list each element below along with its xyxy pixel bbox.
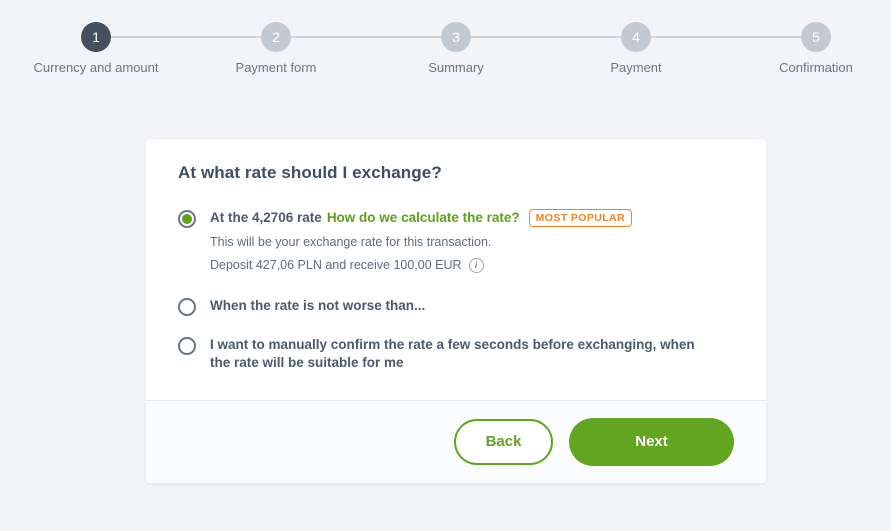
step-5-circle[interactable]: 5 xyxy=(801,22,831,52)
step-3-label: Summary xyxy=(428,60,484,75)
step-5-label: Confirmation xyxy=(779,60,853,75)
step-2-label: Payment form xyxy=(235,60,317,75)
option-1-deposit-line: Deposit 427,06 PLN and receive 100,00 EU… xyxy=(210,257,734,273)
step-5-confirmation[interactable]: 5 Confirmation xyxy=(726,22,891,75)
step-4-circle[interactable]: 4 xyxy=(621,22,651,52)
step-1-circle[interactable]: 1 xyxy=(81,22,111,52)
step-3-circle[interactable]: 3 xyxy=(441,22,471,52)
option-2-main-row: When the rate is not worse than... xyxy=(210,297,734,315)
step-4-label: Payment xyxy=(610,60,662,75)
option-1-description: This will be your exchange rate for this… xyxy=(210,234,734,250)
option-2-label: When the rate is not worse than... xyxy=(210,298,426,313)
option-1-main-row: At the 4,2706 rate How do we calculate t… xyxy=(210,209,734,227)
how-do-we-calculate-the-rate-link[interactable]: How do we calculate the rate? xyxy=(327,209,520,227)
radio-option-manual-confirm[interactable]: I want to manually confirm the rate a fe… xyxy=(178,336,734,372)
step-2-payment-form[interactable]: 2 Payment form xyxy=(186,22,366,75)
radio-option-fixed-rate[interactable]: At the 4,2706 rate How do we calculate t… xyxy=(178,209,734,273)
page-title: At what rate should I exchange? xyxy=(178,163,442,182)
step-1-label: Currency and amount xyxy=(33,60,159,75)
step-4-payment[interactable]: 4 Payment xyxy=(546,22,726,75)
option-1-deposit-text: Deposit 427,06 PLN and receive 100,00 EU… xyxy=(210,258,462,272)
option-1-description-text: This will be your exchange rate for this… xyxy=(210,235,492,249)
option-2-content: When the rate is not worse than... xyxy=(210,297,734,315)
step-2-circle[interactable]: 2 xyxy=(261,22,291,52)
radio-manual-confirm[interactable] xyxy=(178,337,196,355)
card-footer: Back Next xyxy=(146,400,766,483)
info-icon[interactable]: i xyxy=(468,257,484,273)
option-1-content: At the 4,2706 rate How do we calculate t… xyxy=(210,209,734,273)
option-1-label: At the 4,2706 rate xyxy=(210,210,322,225)
exchange-rate-card: At what rate should I exchange? At the 4… xyxy=(146,139,766,483)
card-body: At what rate should I exchange? At the 4… xyxy=(146,139,766,400)
radio-rate-threshold[interactable] xyxy=(178,298,196,316)
option-3-label: I want to manually confirm the rate a fe… xyxy=(210,337,695,370)
progress-stepper: 1 Currency and amount 2 Payment form 3 S… xyxy=(0,0,891,100)
back-button[interactable]: Back xyxy=(454,419,553,465)
next-button[interactable]: Next xyxy=(569,418,734,466)
status-badge-most-popular: MOST POPULAR xyxy=(528,209,632,227)
option-3-content: I want to manually confirm the rate a fe… xyxy=(210,336,734,372)
radio-fixed-rate[interactable] xyxy=(178,210,196,228)
step-3-summary[interactable]: 3 Summary xyxy=(366,22,546,75)
step-1-currency-and-amount[interactable]: 1 Currency and amount xyxy=(6,22,186,75)
radio-option-rate-threshold[interactable]: When the rate is not worse than... xyxy=(178,297,734,316)
